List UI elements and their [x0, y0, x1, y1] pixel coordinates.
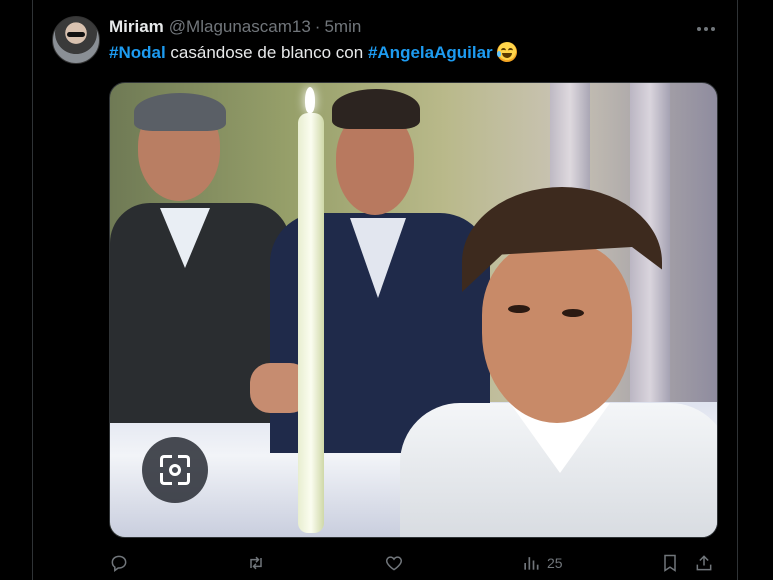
tweet-image[interactable]	[109, 82, 718, 538]
like-button[interactable]	[384, 549, 404, 577]
boy-eye-right	[562, 309, 584, 317]
more-dot	[711, 27, 715, 31]
user-handle[interactable]: @Mlagunascam13	[169, 17, 311, 37]
views-icon	[524, 557, 539, 570]
tweet-header: Miriam @Mlagunascam13 · 5min	[109, 16, 361, 38]
boy-eye-left	[508, 305, 530, 313]
tweet-actions-bar: 25	[109, 549, 716, 577]
more-options-button[interactable]	[692, 18, 720, 40]
google-lens-button[interactable]	[142, 437, 208, 503]
hashtag-angela-aguilar[interactable]: #AngelaAguilar	[368, 43, 493, 62]
views-count: 25	[547, 555, 563, 571]
joy-emoji-icon	[496, 42, 517, 62]
reply-button[interactable]	[109, 549, 129, 577]
man-left-hair	[134, 93, 226, 131]
hashtag-nodal[interactable]: #Nodal	[109, 43, 166, 62]
avatar-glasses	[67, 32, 85, 37]
bookmark-icon	[664, 554, 676, 572]
display-name[interactable]: Miriam	[109, 17, 164, 37]
more-dot	[697, 27, 701, 31]
tweet-text: #Nodal casándose de blanco con #AngelaAg…	[109, 42, 517, 64]
google-lens-icon	[160, 455, 190, 485]
boy-face	[482, 243, 632, 423]
reply-icon	[111, 555, 127, 572]
views-button[interactable]: 25	[521, 549, 563, 577]
bookmark-button[interactable]	[660, 549, 680, 577]
more-dot	[704, 27, 708, 31]
avatar[interactable]	[52, 16, 100, 64]
candle	[298, 113, 324, 533]
share-icon	[696, 555, 712, 571]
share-button[interactable]	[694, 549, 714, 577]
separator-dot: ·	[314, 17, 321, 36]
tweet-text-middle: casándose de blanco con	[165, 43, 368, 62]
man-center-hair	[332, 89, 420, 129]
retweet-button[interactable]	[246, 549, 266, 577]
candle-flame	[305, 87, 315, 113]
heart-icon	[385, 556, 403, 571]
timestamp[interactable]: 5min	[324, 17, 361, 37]
retweet-icon	[250, 556, 262, 570]
